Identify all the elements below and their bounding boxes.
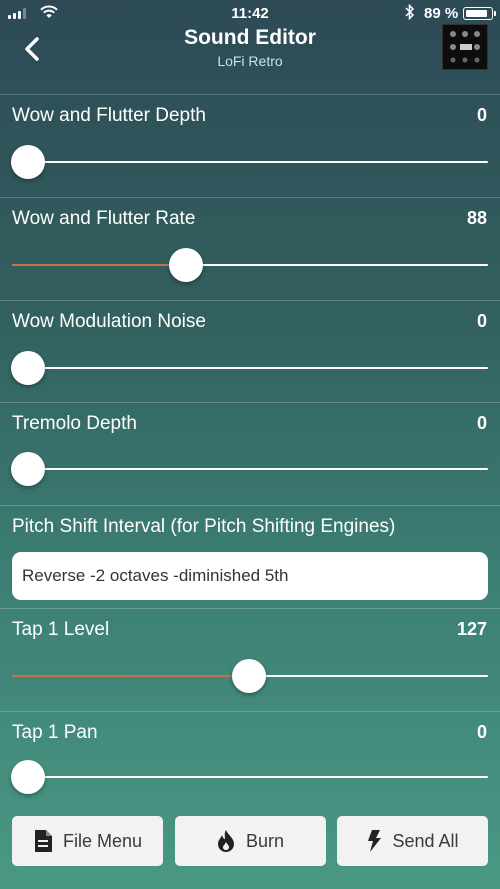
file-menu-label: File Menu <box>62 830 143 851</box>
param-label: Wow and Flutter Depth <box>12 105 206 126</box>
bluetooth-icon <box>405 4 415 20</box>
device-thumbnail-image[interactable] <box>442 24 488 70</box>
send-all-label: Send All <box>392 830 459 851</box>
slider-thumb[interactable] <box>11 452 45 486</box>
battery-icon <box>463 7 496 20</box>
page-subtitle: LoFi Retro <box>217 53 283 69</box>
param-row-tap-1-pan: Tap 1 Pan 0 <box>0 711 500 815</box>
status-bar: 11:42 89 % <box>0 0 500 26</box>
slider-tap-1-pan[interactable] <box>11 760 488 794</box>
burn-button[interactable]: Burn <box>174 816 326 866</box>
param-value: 88 <box>466 208 487 228</box>
param-label: Tremolo Depth <box>12 413 137 434</box>
param-label: Wow Modulation Noise <box>12 311 206 332</box>
navigation-bar: Sound Editor LoFi Retro <box>0 24 500 94</box>
param-row-pitch-shift-interval: Pitch Shift Interval (for Pitch Shifting… <box>0 505 500 608</box>
param-label: Wow and Flutter Rate <box>12 208 196 229</box>
param-label: Tap 1 Level <box>12 619 110 640</box>
flame-icon <box>217 830 234 852</box>
param-value: 0 <box>476 311 487 331</box>
bottom-toolbar: File Menu Burn Send All <box>12 816 488 866</box>
pitch-shift-select[interactable]: Reverse -2 octaves -diminished 5th <box>12 552 488 600</box>
slider-wow-modulation-noise[interactable] <box>11 351 488 385</box>
param-value: 0 <box>476 105 487 125</box>
slider-tap-1-level[interactable] <box>12 659 488 693</box>
param-value: 0 <box>476 413 487 433</box>
param-row-tremolo-depth: Tremolo Depth 0 <box>0 402 500 505</box>
burn-label: Burn <box>245 830 285 851</box>
param-row-wow-modulation-noise: Wow Modulation Noise 0 <box>0 300 500 402</box>
slider-thumb[interactable] <box>168 248 203 282</box>
param-row-wow-flutter-rate: Wow and Flutter Rate 88 <box>0 197 500 300</box>
page-title: Sound Editor <box>184 26 316 49</box>
param-label: Pitch Shift Interval (for Pitch Shifting… <box>12 516 396 537</box>
slider-thumb[interactable] <box>11 351 45 385</box>
slider-tremolo-depth[interactable] <box>11 452 488 486</box>
slider-wow-flutter-depth[interactable] <box>11 145 488 179</box>
slider-thumb[interactable] <box>11 760 45 794</box>
lightning-icon <box>368 830 382 852</box>
param-value: 0 <box>476 722 487 742</box>
battery-percent: 89 % <box>424 5 459 22</box>
document-icon <box>34 830 52 852</box>
send-all-button[interactable]: Send All <box>337 816 488 866</box>
param-row-tap-1-level: Tap 1 Level 127 <box>0 608 500 711</box>
param-row-wow-flutter-depth: Wow and Flutter Depth 0 <box>0 94 500 197</box>
param-value: 127 <box>456 619 487 639</box>
file-menu-button[interactable]: File Menu <box>12 816 163 866</box>
slider-thumb[interactable] <box>231 659 266 693</box>
slider-wow-flutter-rate[interactable] <box>12 248 488 282</box>
slider-thumb[interactable] <box>11 145 45 179</box>
param-label: Tap 1 Pan <box>12 722 98 743</box>
